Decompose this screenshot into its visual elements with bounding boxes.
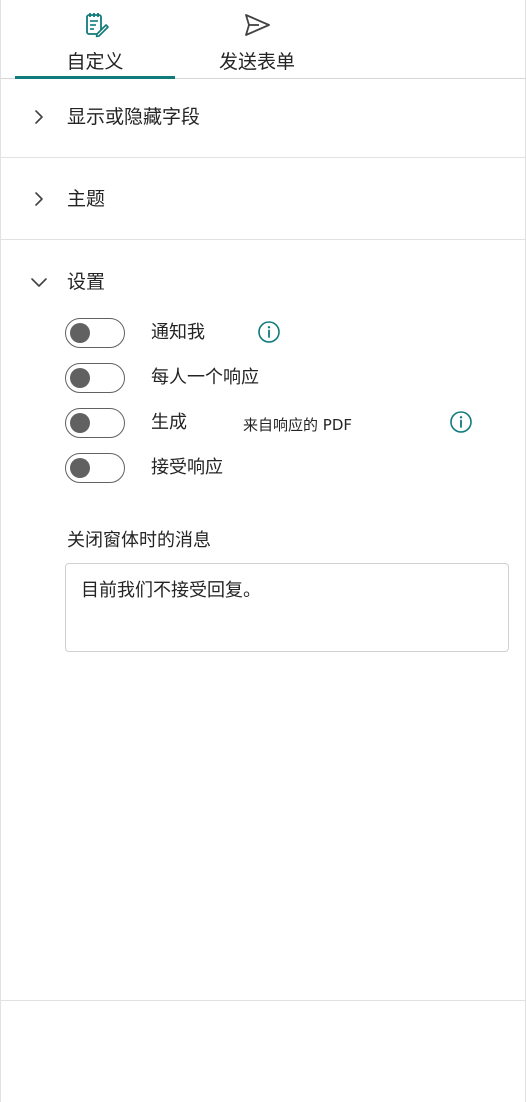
accept-responses-label: 接受响应 [151,457,223,478]
notify-me-label: 通知我 [151,322,205,343]
tab-selected-indicator [15,76,175,79]
setting-notify-me: 通知我 [65,318,505,350]
info-icon[interactable] [449,410,473,434]
chevron-right-icon [35,192,43,206]
customize-panel: 自定义 发送表单 显示或隐藏字段 主题 设置 通知我 每人一个响应 生成 来自响… [0,0,526,1102]
one-response-per-person-label: 每人一个响应 [151,367,259,388]
one-response-per-person-toggle[interactable] [65,363,125,393]
section-settings-label: 设置 [67,271,106,293]
accept-responses-toggle[interactable] [65,453,125,483]
generate-pdf-label-a: 生成 [151,412,187,433]
section-show-hide-fields[interactable]: 显示或隐藏字段 [1,97,526,137]
tab-bar: 自定义 发送表单 [1,0,526,79]
toggle-knob [70,413,90,433]
section-settings[interactable]: 设置 [1,262,526,302]
section-show-hide-fields-label: 显示或隐藏字段 [67,106,201,128]
setting-generate-pdf: 生成 来自响应的 PDF [65,408,505,440]
divider [1,239,526,240]
tab-send-form-label: 发送表单 [218,51,295,73]
tab-customize[interactable]: 自定义 [15,0,175,79]
toggle-knob [70,368,90,388]
setting-accept-responses: 接受响应 [65,453,505,485]
generate-pdf-toggle[interactable] [65,408,125,438]
chevron-right-icon [35,110,43,124]
tab-send-form[interactable]: 发送表单 [177,0,337,78]
info-icon[interactable] [257,320,281,344]
chevron-down-icon [31,278,47,287]
generate-pdf-label-b: 来自响应的 PDF [243,416,352,434]
closed-message-label: 关闭窗体时的消息 [67,530,211,551]
tab-customize-label: 自定义 [66,51,124,73]
send-icon [245,14,270,36]
setting-one-response-per-person: 每人一个响应 [65,363,505,395]
divider [1,157,526,158]
toggle-knob [70,458,90,478]
notify-me-toggle[interactable] [65,318,125,348]
toggle-knob [70,323,90,343]
section-theme-label: 主题 [67,188,106,210]
section-theme[interactable]: 主题 [1,179,526,219]
form-edit-icon [86,13,109,38]
divider [1,1000,526,1001]
closed-message-input[interactable]: 目前我们不接受回复。 [65,563,509,652]
